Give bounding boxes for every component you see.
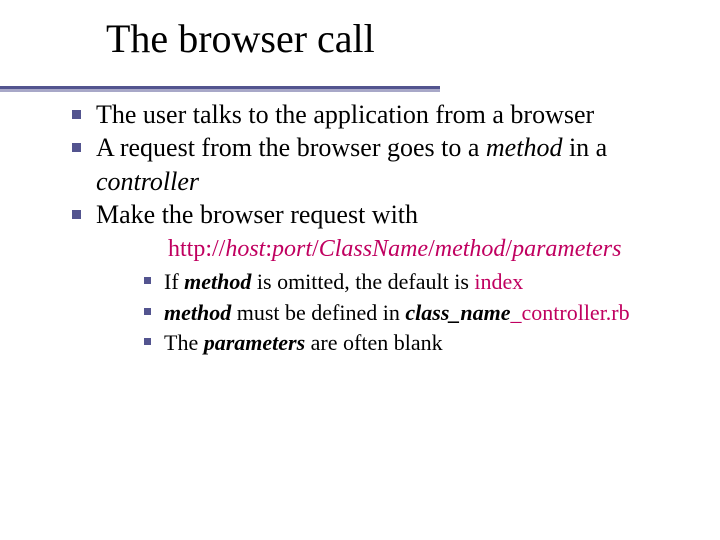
sub3-c: are often blank bbox=[305, 330, 442, 355]
bullet-2-text-a: A request from the browser goes to a bbox=[96, 133, 486, 162]
square-bullet-icon bbox=[144, 277, 151, 284]
square-bullet-icon bbox=[144, 308, 151, 315]
sub1-index: index bbox=[474, 269, 523, 294]
title-area: The browser call bbox=[0, 18, 720, 66]
url-parameters: parameters bbox=[512, 236, 621, 262]
bullet-2: A request from the browser goes to a met… bbox=[66, 131, 686, 198]
slide-body: The user talks to the application from a… bbox=[66, 98, 686, 359]
slide: The browser call The user talks to the a… bbox=[0, 0, 720, 540]
square-bullet-icon bbox=[144, 338, 151, 345]
slide-title: The browser call bbox=[106, 18, 720, 60]
bullet-3: Make the browser request with http://hos… bbox=[66, 198, 686, 359]
sub2-classname: class_name bbox=[405, 300, 510, 325]
sub1-a: If bbox=[164, 269, 184, 294]
sub-bullet-3: The parameters are often blank bbox=[138, 328, 686, 358]
url-host: host bbox=[225, 236, 265, 262]
bullet-list-level1: The user talks to the application from a… bbox=[66, 98, 686, 359]
url-http: http:// bbox=[168, 236, 225, 262]
bullet-1: The user talks to the application from a… bbox=[66, 98, 686, 131]
bullet-2-text-c: in a bbox=[562, 133, 607, 162]
square-bullet-icon bbox=[72, 210, 81, 219]
square-bullet-icon bbox=[72, 110, 81, 119]
square-bullet-icon bbox=[72, 143, 81, 152]
url-method: method bbox=[435, 236, 506, 262]
bullet-2-controller: controller bbox=[96, 167, 199, 196]
url-slash-1: / bbox=[312, 236, 319, 262]
url-template: http://host:port/ClassName/method/parame… bbox=[168, 233, 686, 265]
url-slash-2: / bbox=[428, 236, 435, 262]
bullet-2-method: method bbox=[486, 133, 563, 162]
sub3-a: The bbox=[164, 330, 204, 355]
sub-bullet-2: method must be defined in class_name_con… bbox=[138, 298, 686, 328]
url-port: port bbox=[272, 236, 312, 262]
sub2-method: method bbox=[164, 300, 231, 325]
title-underline-light bbox=[0, 89, 440, 92]
sub-bullet-1: If method is omitted, the default is ind… bbox=[138, 267, 686, 297]
bullet-1-text: The user talks to the application from a… bbox=[96, 100, 594, 129]
sub2-b: must be defined in bbox=[231, 300, 405, 325]
sub2-controller-rb: _controller.rb bbox=[511, 300, 630, 325]
url-classname: ClassName bbox=[319, 236, 428, 262]
sub1-method: method bbox=[184, 269, 251, 294]
bullet-3-text: Make the browser request with bbox=[96, 200, 418, 229]
bullet-list-level2: If method is omitted, the default is ind… bbox=[138, 267, 686, 358]
sub1-c: is omitted, the default is bbox=[251, 269, 474, 294]
sub3-parameters: parameters bbox=[204, 330, 305, 355]
